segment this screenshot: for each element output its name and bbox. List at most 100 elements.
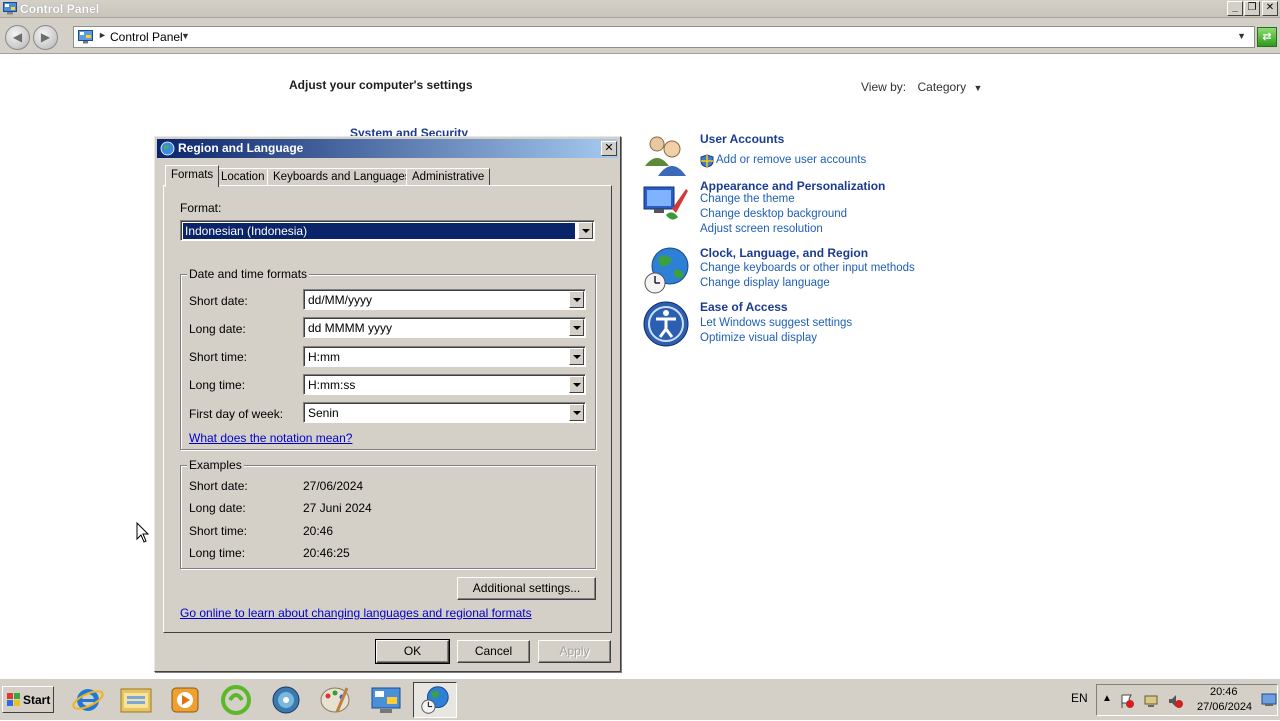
show-hidden-icons-icon[interactable]: ▲ [1102, 693, 1112, 704]
forward-button[interactable]: ▶ [33, 25, 58, 50]
example-long-date-value: 27 Juni 2024 [303, 501, 372, 515]
taskbar-media-player[interactable] [163, 682, 207, 718]
start-label: Start [23, 693, 51, 707]
format-dropdown[interactable]: Indonesian (Indonesia) [180, 220, 595, 241]
long-date-dropdown[interactable]: dd MMMM yyyy [303, 317, 586, 338]
first-day-dropdown[interactable]: Senin [303, 402, 586, 423]
address-history-dropdown-icon[interactable]: ▼ [1237, 31, 1246, 41]
online-help-link[interactable]: Go online to learn about changing langua… [180, 606, 532, 620]
tab-keyboards-languages[interactable]: Keyboards and Languages [267, 168, 417, 186]
clock-globe-icon [421, 686, 449, 714]
clock-time[interactable]: 20:46 [1210, 686, 1238, 698]
cancel-button[interactable]: Cancel [457, 640, 530, 663]
long-date-label: Long date: [189, 322, 246, 336]
taskbar-green-app[interactable] [214, 682, 258, 718]
link-optimize-visual-display[interactable]: Optimize visual display [700, 332, 817, 344]
taskbar-network-app[interactable] [264, 682, 308, 718]
short-time-dropdown[interactable]: H:mm [303, 346, 586, 367]
view-by-label: View by: [861, 80, 907, 94]
examples-group: Examples Short date: 27/06/2024 Long dat… [180, 458, 596, 569]
format-label: Format: [180, 201, 222, 215]
volume-muted-icon[interactable] [1167, 693, 1183, 709]
link-change-theme[interactable]: Change the theme [700, 193, 795, 205]
refresh-arrows-icon: ⇄ [1262, 31, 1272, 43]
refresh-button[interactable]: ⇄ [1257, 27, 1277, 47]
restore-button[interactable]: ❐ [1244, 1, 1260, 16]
back-button[interactable]: ◀ [5, 25, 30, 50]
view-by-dropdown[interactable]: Category [917, 80, 966, 94]
long-time-dropdown[interactable]: H:mm:ss [303, 374, 586, 395]
category-title-ease-of-access[interactable]: Ease of Access [700, 300, 788, 314]
start-button[interactable]: Start [2, 686, 54, 713]
taskbar-paint[interactable] [313, 682, 357, 718]
tab-location[interactable]: Location [215, 168, 271, 186]
link-adjust-screen-resolution[interactable]: Adjust screen resolution [700, 223, 823, 235]
long-date-value: dd MMMM yyyy [308, 321, 392, 335]
address-box[interactable]: ► Control Panel ▼ ▼ [73, 26, 1255, 48]
green-swirl-icon [221, 685, 251, 715]
example-short-date-value: 27/06/2024 [303, 479, 364, 493]
uac-shield-icon [700, 154, 714, 168]
show-desktop-icon[interactable] [1261, 693, 1277, 707]
minimize-button[interactable]: _ [1227, 1, 1243, 16]
breadcrumb-arrow-icon[interactable]: ► [98, 30, 107, 40]
category-title-clock-language-region[interactable]: Clock, Language, and Region [700, 246, 868, 260]
link-change-display-language[interactable]: Change display language [700, 277, 830, 289]
internet-explorer-icon [72, 689, 104, 711]
notation-help-link[interactable]: What does the notation mean? [189, 431, 352, 445]
link-add-remove-users[interactable]: Add or remove user accounts [716, 154, 866, 166]
user-accounts-icon [645, 136, 686, 176]
format-dropdown-arrow-icon[interactable] [578, 222, 593, 239]
examples-group-title: Examples [187, 458, 244, 472]
dialog-title: Region and Language [178, 141, 304, 155]
example-long-time-value: 20:46:25 [303, 546, 350, 560]
long-time-value: H:mm:ss [308, 378, 356, 392]
apply-button[interactable]: Apply [538, 640, 611, 663]
category-title-user-accounts[interactable]: User Accounts [700, 132, 784, 146]
input-language-indicator[interactable]: EN [1071, 691, 1088, 705]
clock-globe-icon [644, 247, 689, 294]
network-icon[interactable] [1143, 693, 1159, 709]
chevron-down-icon[interactable] [569, 319, 584, 336]
chevron-down-icon[interactable] [569, 348, 584, 365]
example-short-time-label: Short time: [189, 524, 248, 538]
region-language-dialog: Region and Language ✕ Formats Location K… [154, 136, 621, 672]
link-change-desktop-background[interactable]: Change desktop background [700, 208, 847, 220]
tab-administrative[interactable]: Administrative [406, 168, 491, 186]
window-title: Control Panel [20, 2, 100, 16]
link-change-keyboards[interactable]: Change keyboards or other input methods [700, 262, 915, 274]
category-title-appearance[interactable]: Appearance and Personalization [700, 179, 885, 193]
tab-formats[interactable]: Formats [165, 165, 220, 187]
breadcrumb-dropdown-icon[interactable]: ▼ [181, 31, 190, 41]
ok-button[interactable]: OK [375, 639, 450, 664]
window-titlebar[interactable]: Control Panel _ ❐ ✕ [0, 0, 1280, 18]
action-center-flag-icon[interactable] [1119, 693, 1135, 709]
page-heading: Adjust your computer's settings [289, 78, 473, 92]
formats-panel: Format: Indonesian (Indonesia) Date and … [163, 185, 612, 633]
datetime-group-title: Date and time formats [187, 267, 310, 281]
view-by-chevron-icon[interactable]: ▼ [974, 83, 983, 93]
taskbar-region-language[interactable] [413, 682, 457, 718]
example-short-date-label: Short date: [189, 479, 248, 493]
breadcrumb-control-panel[interactable]: Control Panel [110, 30, 183, 44]
close-button[interactable]: ✕ [1262, 1, 1278, 16]
address-bar-row: ◀ ▶ ► Control Panel ▼ ▼ ⇄ [0, 18, 1280, 54]
back-arrow-icon: ◀ [12, 30, 23, 44]
chevron-down-icon[interactable] [569, 404, 584, 421]
appearance-icon [643, 186, 688, 220]
short-date-value: dd/MM/yyyy [308, 293, 373, 307]
link-let-windows-suggest[interactable]: Let Windows suggest settings [700, 317, 852, 329]
clock-date[interactable]: 27/06/2024 [1197, 701, 1252, 713]
dialog-close-button[interactable]: ✕ [601, 141, 617, 156]
taskbar-control-panel[interactable] [364, 682, 408, 718]
taskbar-internet-explorer[interactable] [66, 682, 110, 718]
chevron-down-icon[interactable] [569, 376, 584, 393]
control-panel-icon [371, 687, 401, 713]
additional-settings-button[interactable]: Additional settings... [457, 577, 596, 600]
short-date-dropdown[interactable]: dd/MM/yyyy [303, 289, 586, 310]
taskbar-explorer[interactable] [114, 682, 158, 718]
chevron-down-icon[interactable] [569, 291, 584, 308]
dialog-titlebar[interactable]: Region and Language ✕ [157, 139, 618, 158]
windows-flag-icon [7, 693, 20, 706]
network-globe-icon [272, 686, 300, 714]
